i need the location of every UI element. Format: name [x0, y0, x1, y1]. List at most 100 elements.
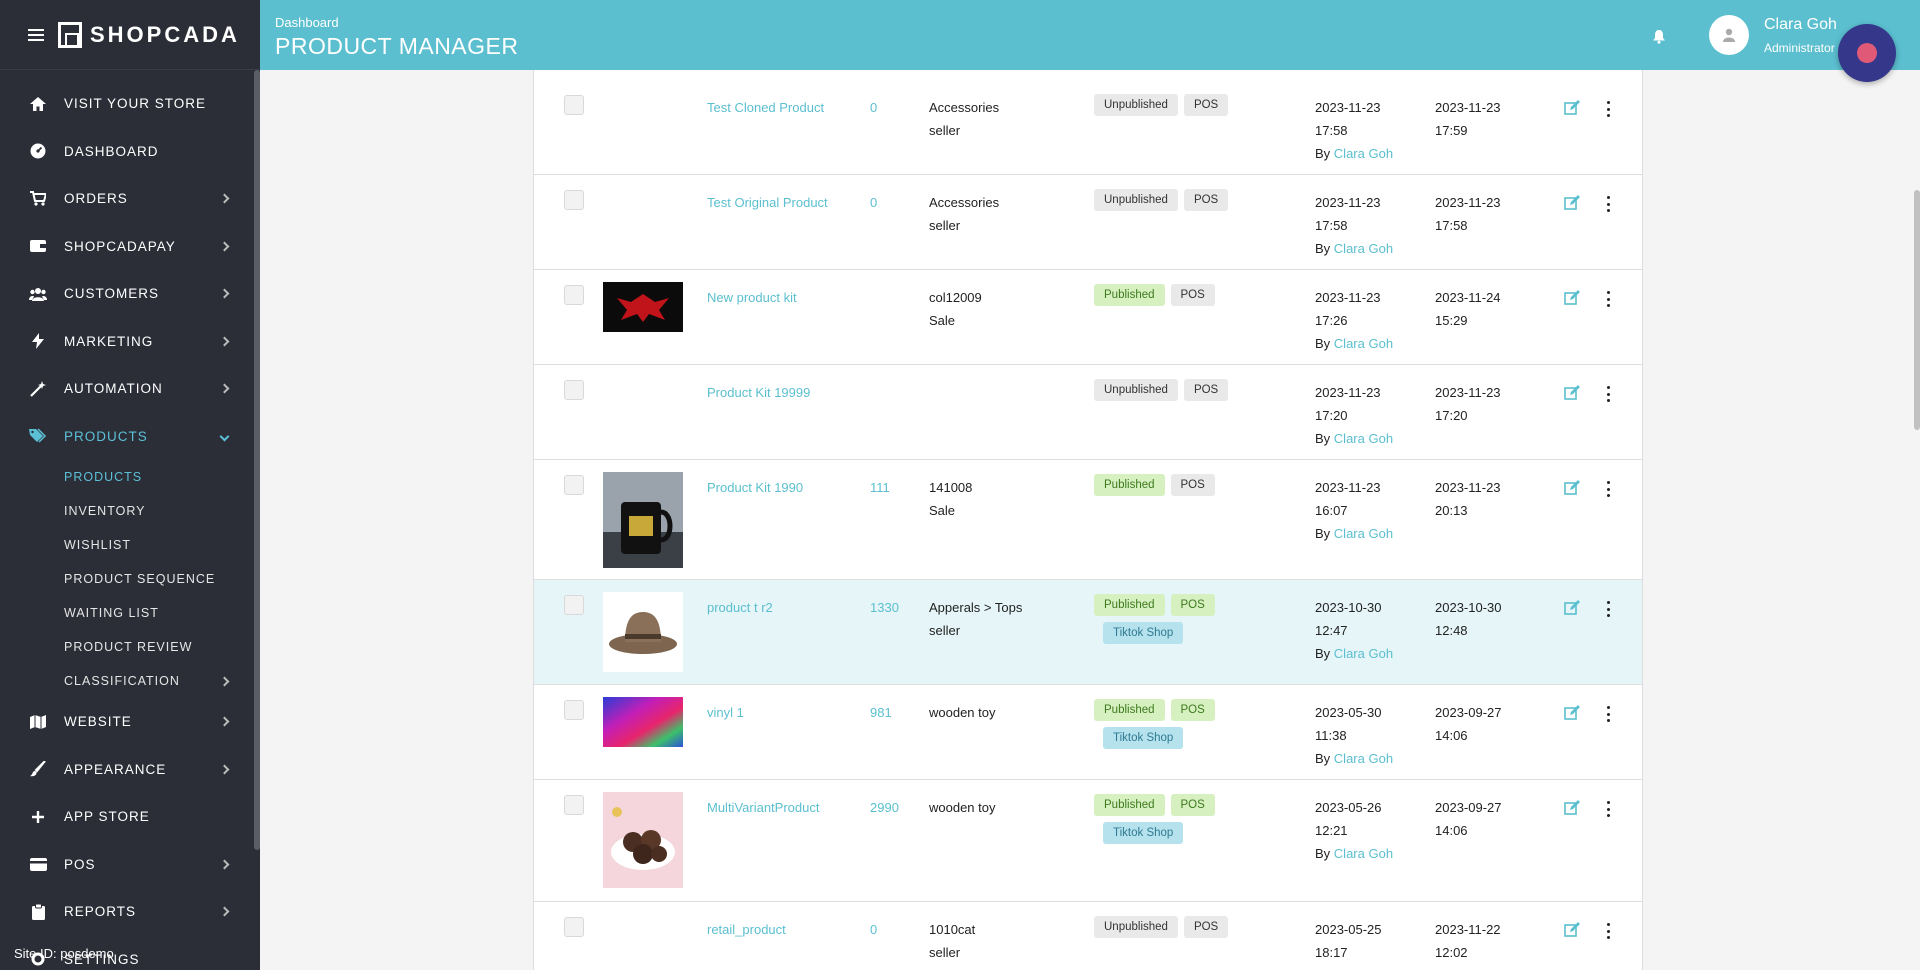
product-thumbnail	[603, 282, 683, 339]
table-row[interactable]: Test Original Product 0 Accessories seller U…	[534, 175, 1642, 270]
row-checkbox[interactable]	[564, 475, 584, 495]
subnav-product-sequence[interactable]: PRODUCT SEQUENCE	[0, 562, 260, 596]
row-checkbox[interactable]	[564, 917, 584, 937]
menu-icon[interactable]	[28, 28, 44, 41]
more-options-icon[interactable]	[1607, 196, 1611, 212]
breadcrumb[interactable]: Dashboard	[275, 15, 339, 30]
table-row[interactable]: Test Cloned Product 0 Accessories seller Unp…	[534, 80, 1642, 175]
subnav-wishlist[interactable]: WISHLIST	[0, 528, 260, 562]
more-options-icon[interactable]	[1607, 706, 1611, 722]
subnav-waiting-list[interactable]: WAITING LIST	[0, 596, 260, 630]
table-row[interactable]: Product Kit 1990 111 141008 Sale Published PO…	[534, 460, 1642, 580]
edit-icon[interactable]	[1564, 100, 1580, 116]
more-options-icon[interactable]	[1607, 386, 1611, 402]
nav-shopcadapay[interactable]: SHOPCADAPAY	[0, 223, 260, 271]
row-checkbox[interactable]	[564, 95, 584, 115]
more-options-icon[interactable]	[1607, 923, 1611, 939]
product-name-link[interactable]: product t r2	[707, 596, 773, 619]
nav-visit-store[interactable]: VISIT YOUR STORE	[0, 80, 260, 128]
author-link[interactable]: Clara Goh	[1334, 846, 1393, 861]
author-link[interactable]: Clara Goh	[1334, 751, 1393, 766]
product-name-link[interactable]: Product Kit 1990	[707, 476, 803, 499]
product-quantity[interactable]: 0	[870, 96, 877, 119]
table-row[interactable]: MultiVariantProduct 2990 wooden toy Publish…	[534, 780, 1642, 902]
nav-customers[interactable]: CUSTOMERS	[0, 270, 260, 318]
product-quantity[interactable]: 0	[870, 918, 877, 941]
edit-icon[interactable]	[1564, 922, 1580, 938]
edit-icon[interactable]	[1564, 480, 1580, 496]
subnav-inventory[interactable]: INVENTORY	[0, 494, 260, 528]
author-link[interactable]: Clara Goh	[1334, 646, 1393, 661]
edit-icon[interactable]	[1564, 385, 1580, 401]
nav-automation[interactable]: AUTOMATION	[0, 365, 260, 413]
avatar[interactable]	[1709, 15, 1749, 55]
row-checkbox[interactable]	[564, 595, 584, 615]
pos-badge: POS	[1170, 794, 1215, 816]
nav-website[interactable]: WEBSITE	[0, 698, 260, 746]
status-badge: Published	[1094, 794, 1165, 816]
nav-pos[interactable]: POS	[0, 841, 260, 889]
sidebar-scrollbar[interactable]	[254, 70, 260, 850]
product-category: Accessories seller	[929, 195, 1000, 233]
chat-fab-button[interactable]	[1838, 24, 1896, 82]
main-scrollbar[interactable]	[1914, 190, 1920, 430]
row-checkbox[interactable]	[564, 795, 584, 815]
author-link[interactable]: Clara Goh	[1334, 241, 1393, 256]
bell-icon[interactable]	[1652, 30, 1666, 44]
product-name-link[interactable]: vinyl 1	[707, 701, 744, 724]
edit-icon[interactable]	[1564, 290, 1580, 306]
pos-badge: POS	[1170, 474, 1215, 496]
product-quantity[interactable]: 1330	[870, 596, 899, 619]
product-category: col12009 Sale	[929, 290, 982, 328]
table-row[interactable]: vinyl 1 981 wooden toy Published POS Tiktok S…	[534, 685, 1642, 780]
user-name[interactable]: Clara Goh	[1764, 16, 1837, 34]
product-channels: Published POS	[1094, 474, 1274, 496]
nav-marketing[interactable]: MARKETING	[0, 318, 260, 366]
edit-icon[interactable]	[1564, 705, 1580, 721]
edit-icon[interactable]	[1564, 600, 1580, 616]
shopcada-logo-icon	[58, 21, 82, 48]
author-link[interactable]: Clara Goh	[1334, 336, 1393, 351]
chevron-right-icon	[219, 383, 230, 394]
product-name-link[interactable]: retail_product	[707, 918, 786, 941]
product-name-link[interactable]: New product kit	[707, 286, 797, 309]
more-options-icon[interactable]	[1607, 291, 1611, 307]
product-quantity[interactable]: 111	[870, 476, 890, 499]
nav-reports[interactable]: REPORTS	[0, 888, 260, 936]
product-name-link[interactable]: Test Cloned Product	[707, 96, 824, 119]
subnav-classification[interactable]: CLASSIFICATION	[0, 664, 260, 698]
product-quantity[interactable]: 981	[870, 701, 892, 724]
top-header: Dashboard PRODUCT MANAGER Clara Goh Admi…	[260, 0, 1920, 70]
wallet-icon	[28, 238, 48, 254]
product-name-link[interactable]: Product Kit 19999	[707, 381, 810, 404]
more-options-icon[interactable]	[1607, 101, 1611, 117]
table-row[interactable]: New product kit col12009 Sale Published POS 2…	[534, 270, 1642, 365]
more-options-icon[interactable]	[1607, 801, 1611, 817]
row-checkbox[interactable]	[564, 190, 584, 210]
author-link[interactable]: Clara Goh	[1334, 146, 1393, 161]
subnav-products[interactable]: PRODUCTS	[0, 460, 260, 494]
edit-icon[interactable]	[1564, 195, 1580, 211]
edit-icon[interactable]	[1564, 800, 1580, 816]
nav-appearance[interactable]: APPEARANCE	[0, 746, 260, 794]
nav-orders[interactable]: ORDERS	[0, 175, 260, 223]
nav-app-store[interactable]: APP STORE	[0, 793, 260, 841]
row-checkbox[interactable]	[564, 285, 584, 305]
table-row[interactable]: retail_product 0 1010cat seller Unpublished P…	[534, 902, 1642, 970]
subnav-product-review[interactable]: PRODUCT REVIEW	[0, 630, 260, 664]
nav-products[interactable]: PRODUCTS	[0, 413, 260, 461]
table-row[interactable]: Product Kit 19999 Unpublished POS 2023-11-2…	[534, 365, 1642, 460]
product-quantity[interactable]: 2990	[870, 796, 899, 819]
sidebar: SHOPCADA VISIT YOUR STORE DASHBOARD ORDE…	[0, 0, 260, 970]
product-quantity[interactable]: 0	[870, 191, 877, 214]
product-name-link[interactable]: MultiVariantProduct	[707, 796, 819, 819]
author-link[interactable]: Clara Goh	[1334, 526, 1393, 541]
product-name-link[interactable]: Test Original Product	[707, 191, 828, 214]
row-checkbox[interactable]	[564, 380, 584, 400]
table-row[interactable]: product t r2 1330 Apperals > Tops seller Pub…	[534, 580, 1642, 685]
more-options-icon[interactable]	[1607, 481, 1611, 497]
nav-dashboard[interactable]: DASHBOARD	[0, 128, 260, 176]
author-link[interactable]: Clara Goh	[1334, 431, 1393, 446]
more-options-icon[interactable]	[1607, 601, 1611, 617]
row-checkbox[interactable]	[564, 700, 584, 720]
